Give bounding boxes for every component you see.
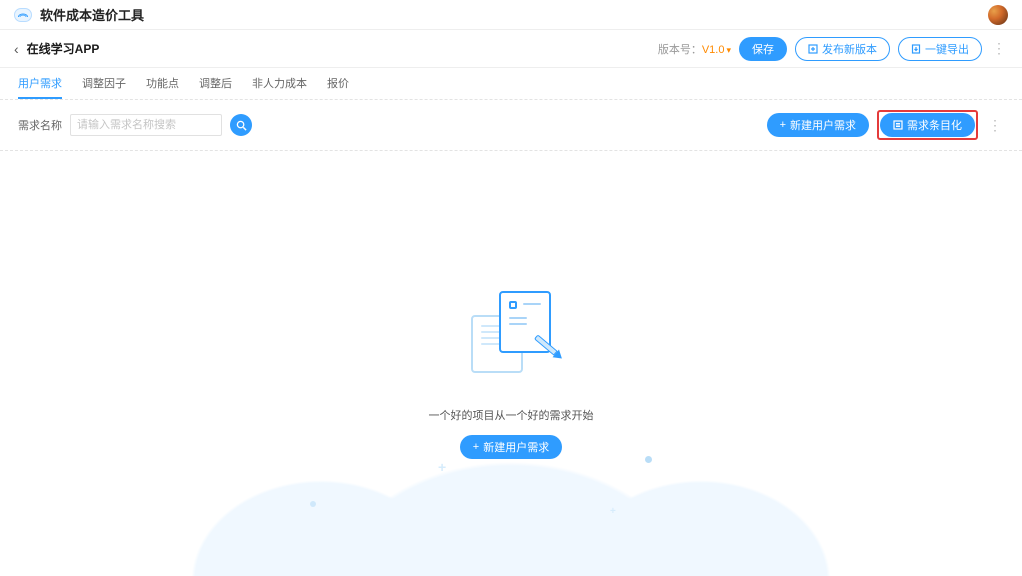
app-title: 软件成本造价工具 [40, 5, 144, 24]
export-icon [911, 44, 921, 54]
more-icon[interactable]: ⋮ [990, 40, 1008, 57]
list-icon [893, 120, 903, 130]
req-name-label: 需求名称 [18, 117, 62, 133]
version-label: 版本号： [658, 44, 702, 56]
publish-icon [808, 44, 818, 54]
filter-row: 需求名称 + 新建用户需求 需求条目化 ⋮ [0, 100, 1022, 151]
deco-plus: + [438, 459, 446, 475]
tab-user-requirements[interactable]: 用户需求 [18, 75, 62, 99]
deco-plus: + [610, 506, 616, 517]
deco-dot [645, 456, 652, 463]
tabs: 用户需求 调整因子 功能点 调整后 非人力成本 报价 [0, 68, 1022, 100]
top-header: 软件成本造价工具 [0, 0, 1022, 30]
empty-cta-button[interactable]: + 新建用户需求 [460, 435, 562, 459]
itemize-button[interactable]: 需求条目化 [880, 113, 975, 137]
back-icon[interactable]: ‹ [14, 41, 19, 57]
publish-button[interactable]: 发布新版本 [795, 37, 890, 61]
avatar[interactable] [988, 5, 1008, 25]
page-title: 在线学习APP [27, 40, 100, 57]
deco-dot [310, 501, 316, 507]
plus-icon: + [473, 441, 479, 453]
export-button[interactable]: 一键导出 [898, 37, 982, 61]
search-icon [236, 120, 247, 131]
logo-icon [14, 8, 32, 22]
tab-quote[interactable]: 报价 [327, 75, 349, 99]
tab-non-labor-cost[interactable]: 非人力成本 [252, 75, 307, 99]
empty-message: 一个好的项目从一个好的需求开始 [429, 407, 594, 423]
filter-more-icon[interactable]: ⋮ [986, 117, 1004, 134]
chevron-down-icon[interactable]: ▾ [726, 45, 731, 55]
tab-function-points[interactable]: 功能点 [146, 75, 179, 99]
sub-header: ‹ 在线学习APP 版本号：V1.0▾ 保存 发布新版本 一键导出 ⋮ [0, 30, 1022, 68]
version-value[interactable]: V1.0 [702, 44, 725, 56]
save-button[interactable]: 保存 [739, 37, 787, 61]
highlight-box: 需求条目化 [877, 110, 978, 140]
empty-illustration [461, 291, 561, 377]
search-input[interactable] [70, 114, 222, 136]
search-button[interactable] [230, 114, 252, 136]
plus-icon: + [780, 119, 786, 131]
empty-state: + + 一个好的项目从一个好的需求开始 + 新建用户需求 [0, 151, 1022, 576]
tab-adjust-factor[interactable]: 调整因子 [82, 75, 126, 99]
new-requirement-button[interactable]: + 新建用户需求 [767, 113, 869, 137]
tab-adjusted[interactable]: 调整后 [199, 75, 232, 99]
